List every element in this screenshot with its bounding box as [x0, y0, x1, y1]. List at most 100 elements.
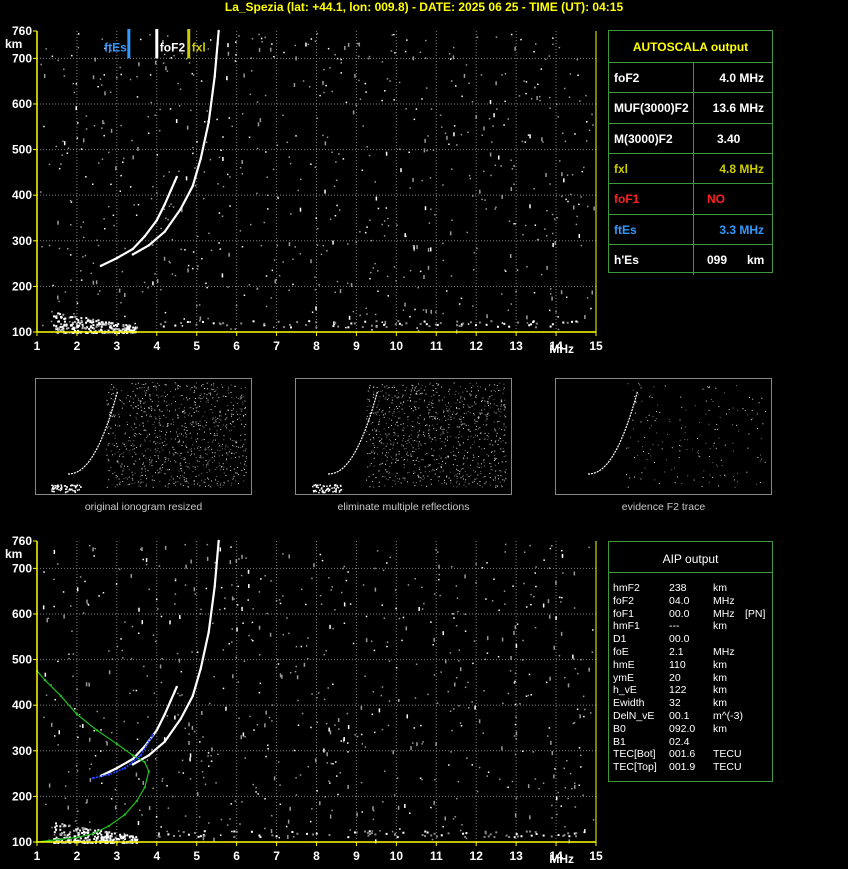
thumb-noise	[721, 465, 723, 467]
thumb-noise	[177, 417, 179, 419]
thumb-noise	[708, 409, 710, 411]
x-tick-label: 4	[153, 339, 160, 353]
thumb-noise	[243, 480, 245, 482]
x-tick-label: 2	[74, 849, 81, 863]
thumb-noise	[717, 465, 719, 467]
thumb-noise	[698, 450, 700, 452]
thumb-noise	[219, 411, 221, 413]
thumb-noise	[113, 414, 115, 416]
thumb-noise	[446, 410, 448, 412]
thumb-noise	[245, 448, 247, 450]
thumb-noise	[111, 384, 113, 386]
trace-point	[213, 75, 216, 78]
thumb-noise	[164, 445, 166, 447]
thumb-noise	[435, 388, 437, 390]
trace-point	[179, 717, 182, 721]
thumb-noise	[106, 403, 108, 405]
thumb-noise	[439, 419, 441, 421]
thumb-noise	[651, 397, 653, 399]
thumb-noise	[116, 476, 118, 478]
thumb-noise	[460, 418, 462, 420]
thumb-noise	[418, 461, 420, 463]
thumb-noise	[221, 443, 223, 445]
thumb-noise	[233, 468, 235, 470]
thumb-noise	[502, 447, 504, 449]
thumb-noise	[186, 430, 188, 432]
thumb-noise	[157, 404, 159, 406]
thumb-noise	[174, 451, 176, 453]
thumb-noise	[133, 440, 135, 442]
thumb-noise	[192, 421, 194, 423]
thumb-noise	[204, 447, 206, 449]
thumb-noise	[448, 424, 450, 426]
thumb-noise	[163, 400, 165, 402]
thumb-noise	[386, 434, 388, 436]
thumb-noise	[211, 452, 213, 454]
thumb-noise	[492, 479, 494, 481]
thumb-noise	[630, 436, 632, 438]
thumb-es	[332, 491, 334, 493]
x-tick-label: 5	[193, 849, 200, 863]
thumb-noise	[208, 460, 210, 462]
thumb-noise	[490, 395, 492, 397]
thumb-es	[312, 485, 314, 488]
thumb-noise	[151, 460, 153, 462]
thumb-noise	[488, 433, 490, 435]
thumb-noise	[112, 432, 114, 434]
thumb-noise	[648, 453, 650, 455]
thumb-noise	[123, 468, 125, 470]
thumb-es	[76, 484, 78, 486]
thumb-noise	[212, 418, 214, 420]
thumb-noise	[382, 409, 384, 411]
thumb-noise	[484, 405, 486, 407]
trace-point	[91, 776, 95, 780]
thumb-noise	[199, 457, 201, 459]
thumb-noise	[230, 423, 232, 425]
thumb-noise	[141, 453, 143, 455]
thumb-noise	[378, 437, 380, 439]
thumb-noise	[401, 445, 403, 447]
thumb-noise	[487, 438, 489, 440]
autoscala-row-fof2: foF2 4.0 MHz	[609, 62, 772, 94]
thumb-noise	[149, 464, 151, 466]
thumb-noise	[457, 441, 459, 443]
thumb-noise	[504, 429, 506, 431]
thumb-noise	[404, 479, 406, 481]
thumb-noise	[174, 460, 176, 462]
thumb-noise	[134, 394, 136, 396]
thumb-noise	[460, 398, 462, 400]
thumb-noise	[379, 464, 381, 466]
thumb-noise	[495, 412, 497, 414]
thumb-noise	[239, 398, 241, 400]
thumb-noise	[708, 481, 710, 483]
thumb-noise	[650, 394, 652, 396]
thumb-noise	[185, 461, 187, 463]
x-tick-label: 15	[589, 849, 603, 863]
thumb-noise	[222, 468, 224, 470]
thumb-noise	[654, 420, 656, 422]
thumb-noise	[165, 434, 167, 436]
thumb-noise	[466, 474, 468, 476]
thumb-noise	[726, 413, 728, 415]
thumb-noise	[412, 385, 414, 387]
thumb-noise	[414, 407, 416, 409]
thumb-noise	[373, 394, 375, 396]
thumb-noise	[141, 387, 143, 389]
thumb-noise	[494, 464, 496, 466]
thumb-noise	[177, 481, 179, 483]
thumb-noise	[715, 387, 717, 389]
thumb-noise	[459, 401, 461, 403]
thumb-noise	[459, 431, 461, 433]
thumb-noise	[108, 414, 110, 416]
thumb-noise	[215, 389, 217, 391]
thumb-noise	[416, 393, 418, 395]
thumb-es	[327, 490, 330, 492]
thumb-noise	[494, 476, 496, 478]
thumb-es	[59, 487, 62, 490]
thumb-es	[333, 487, 336, 489]
thumb-noise	[467, 428, 469, 430]
thumb-noise	[212, 389, 214, 391]
thumb-noise	[223, 439, 225, 441]
thumb-noise	[434, 437, 436, 439]
thumb-noise	[505, 455, 507, 457]
